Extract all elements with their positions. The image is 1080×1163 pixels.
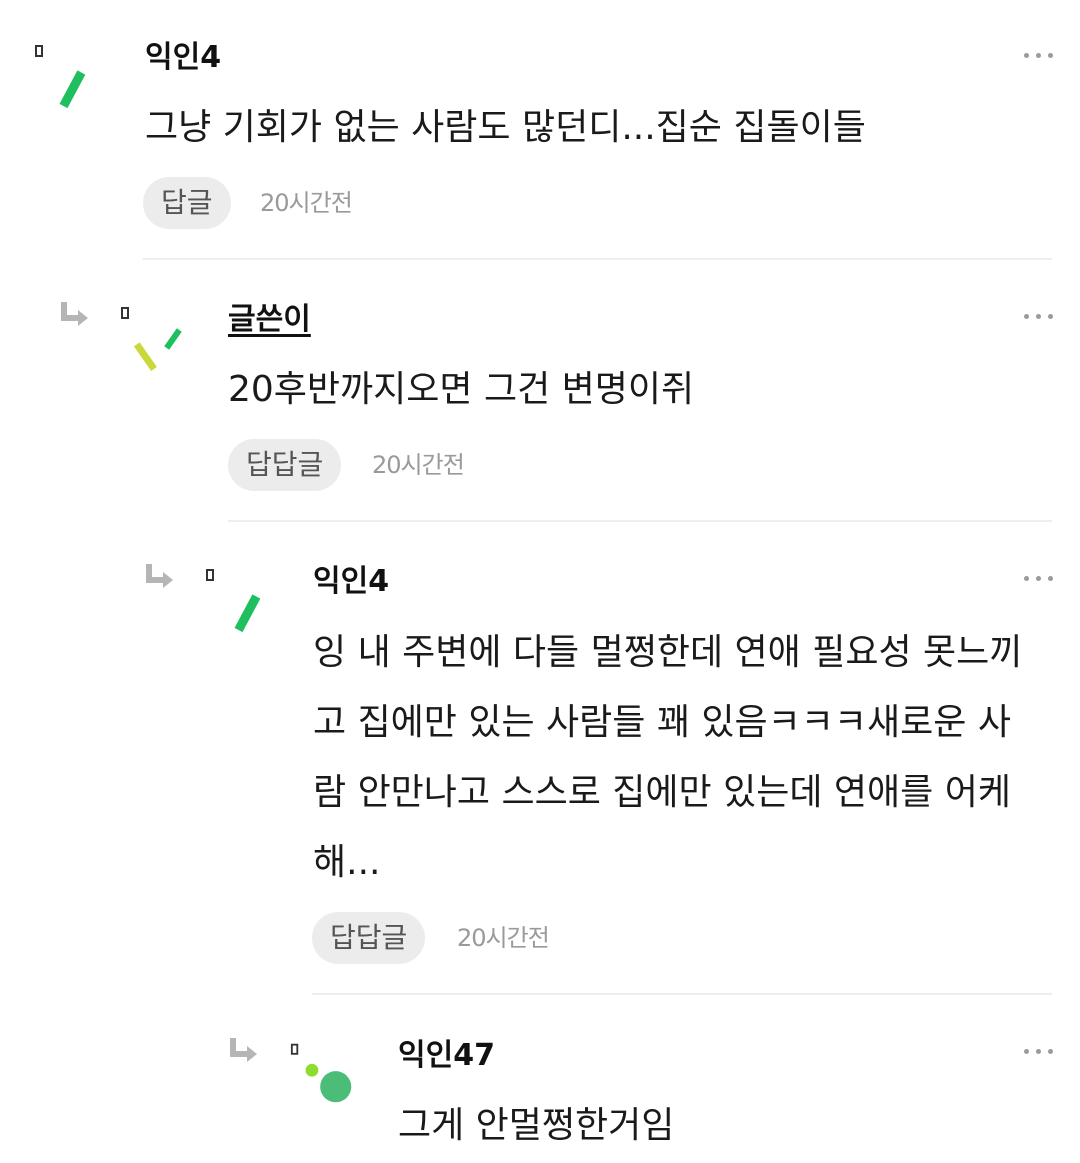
avatar-icon[interactable] [290,1038,354,1108]
more-icon[interactable] [1024,1046,1054,1056]
comment-text: 그게 안멀쩡한거임 [398,1105,675,1146]
reply-arrow-icon [230,1038,257,1062]
comment-4: 익인47 그게 안멀쩡한거임 [0,0,1080,1163]
author-name[interactable]: 익인47 [398,1038,495,1074]
